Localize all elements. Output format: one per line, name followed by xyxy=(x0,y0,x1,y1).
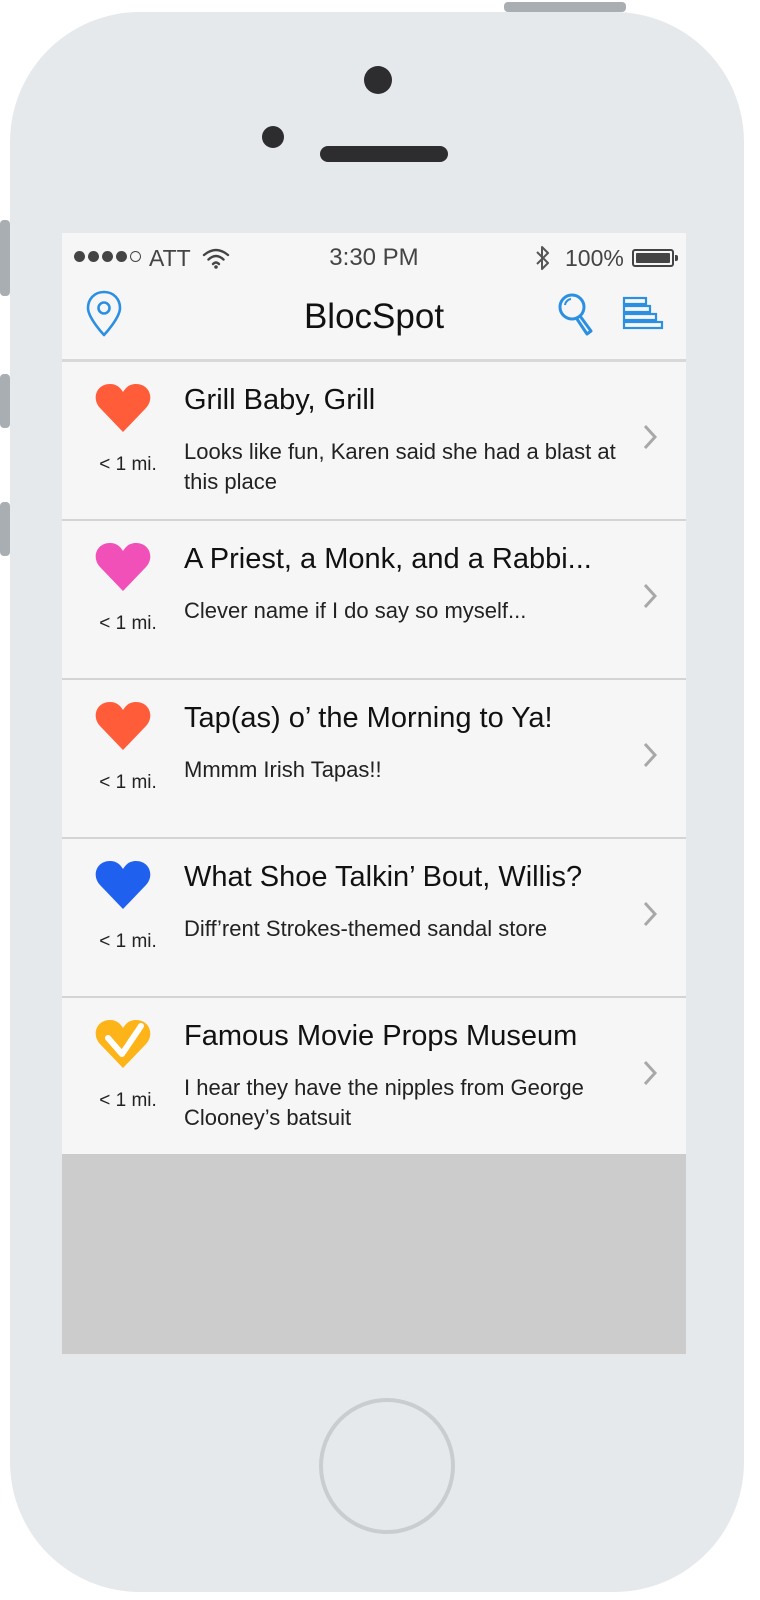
spot-description: I hear they have the nipples from George… xyxy=(184,1075,584,1130)
battery-percentage: 100% xyxy=(565,245,624,271)
spot-row[interactable]: < 1 mi. Famous Movie Props Museum I hear… xyxy=(62,998,686,1154)
chevron-right-icon xyxy=(643,424,658,450)
visited-heart-icon xyxy=(95,1020,151,1068)
screen: ATT 3:30 PM 100% BlocSpot < 1 mi. Grill … xyxy=(62,233,686,1354)
spot-description: Diff’rent Strokes-themed sandal store xyxy=(184,916,548,941)
spot-row[interactable]: < 1 mi. Grill Baby, Grill Looks like fun… xyxy=(62,362,686,521)
chevron-right-icon xyxy=(643,901,658,927)
battery-icon xyxy=(632,249,678,267)
spot-description: Looks like fun, Karen said she had a bla… xyxy=(184,439,616,494)
spot-title: Tap(as) o’ the Morning to Ya! xyxy=(184,702,553,734)
search-icon[interactable] xyxy=(556,291,596,337)
chevron-right-icon xyxy=(643,583,658,609)
list-icon[interactable] xyxy=(621,295,665,335)
spot-description: Clever name if I do say so myself... xyxy=(184,598,527,623)
spot-distance: < 1 mi. xyxy=(99,1090,157,1111)
spot-title: What Shoe Talkin’ Bout, Willis? xyxy=(184,861,583,893)
status-bar: ATT 3:30 PM 100% xyxy=(62,233,686,283)
spot-distance: < 1 mi. xyxy=(99,931,157,952)
spot-distance: < 1 mi. xyxy=(99,454,157,475)
volume-down-button xyxy=(0,502,10,556)
heart-icon xyxy=(95,861,151,909)
navigation-bar: BlocSpot xyxy=(62,283,686,362)
bluetooth-icon xyxy=(536,246,549,270)
spot-distance: < 1 mi. xyxy=(99,772,157,793)
spot-title: A Priest, a Monk, and a Rabbi... xyxy=(184,543,592,575)
spot-title: Famous Movie Props Museum xyxy=(184,1020,578,1052)
heart-icon xyxy=(95,384,151,432)
heart-icon xyxy=(95,543,151,591)
mute-switch xyxy=(0,220,10,296)
proximity-sensor xyxy=(262,126,284,148)
heart-icon xyxy=(95,702,151,750)
earpiece-speaker xyxy=(320,146,448,162)
volume-up-button xyxy=(0,374,10,428)
spot-list: < 1 mi. Grill Baby, Grill Looks like fun… xyxy=(62,362,686,1154)
chevron-right-icon xyxy=(643,742,658,768)
spot-row[interactable]: < 1 mi. A Priest, a Monk, and a Rabbi...… xyxy=(62,521,686,680)
spot-distance: < 1 mi. xyxy=(99,613,157,634)
spot-row[interactable]: < 1 mi. What Shoe Talkin’ Bout, Willis? … xyxy=(62,839,686,998)
front-camera xyxy=(364,66,392,94)
spot-description: Mmmm Irish Tapas!! xyxy=(184,757,382,782)
power-button xyxy=(504,2,626,12)
spot-row[interactable]: < 1 mi. Tap(as) o’ the Morning to Ya! Mm… xyxy=(62,680,686,839)
chevron-right-icon xyxy=(643,1060,658,1086)
home-button[interactable] xyxy=(319,1398,455,1534)
spot-title: Grill Baby, Grill xyxy=(184,384,376,416)
